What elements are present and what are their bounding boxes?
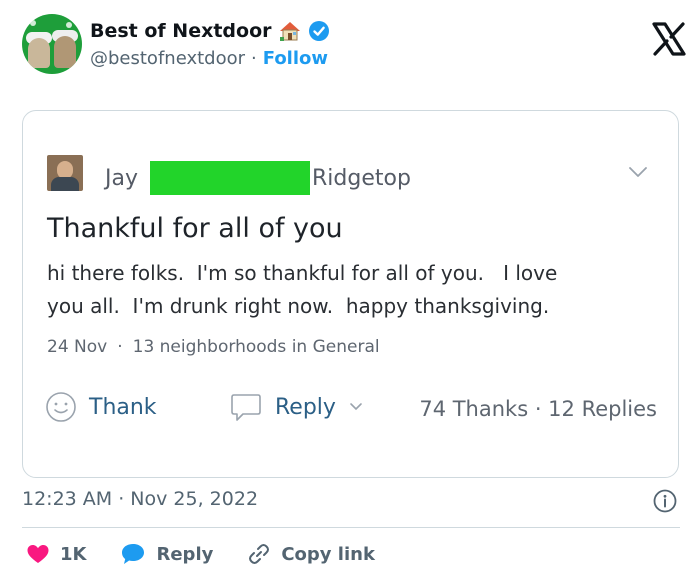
like-count: 1K	[60, 543, 87, 565]
account-handle[interactable]: @bestofnextdoor	[90, 48, 245, 69]
engagement-bar: 1K Reply Copy link	[26, 539, 409, 569]
info-icon[interactable]	[652, 488, 678, 514]
avatar-figure-right	[54, 36, 76, 68]
post-author-last: Ridgetop	[312, 165, 411, 191]
post-avatar-body	[51, 177, 79, 191]
post-date: 24 Nov	[47, 337, 108, 357]
chevron-down-icon	[629, 167, 647, 177]
account-avatar[interactable]	[22, 14, 82, 74]
post-reply-button: Reply	[229, 391, 364, 423]
x-logo-icon[interactable]	[650, 20, 688, 58]
tweet-timestamp-row: 12:23 AM · Nov 25, 2022	[22, 488, 682, 518]
comment-bubble-icon	[231, 394, 261, 421]
post-audience: 13 neighborhoods in General	[132, 337, 380, 357]
verified-icon	[308, 21, 329, 41]
like-button[interactable]: 1K	[26, 543, 86, 565]
divider	[22, 527, 680, 528]
smiley-icon	[46, 392, 76, 422]
handle-separator: ·	[251, 48, 257, 69]
embedded-screenshot[interactable]: Jay Ridgetop Thankful for all of you hi …	[22, 110, 679, 478]
reply-bubble-icon	[122, 544, 145, 564]
copy-link-button[interactable]: Copy link	[247, 542, 375, 566]
post-body-line: you all. I'm drunk right now. happy than…	[47, 294, 550, 318]
post-author-first: Jay	[105, 165, 138, 191]
post-actions: Thank Reply 74 Thanks · 12 Replies	[45, 391, 657, 431]
post-reply-label: Reply	[275, 394, 336, 420]
reply-button[interactable]: Reply	[120, 542, 213, 566]
post-meta: 24 Nov · 13 neighborhoods in General	[47, 337, 380, 357]
reply-label: Reply	[156, 543, 214, 565]
account-name-row: Best of Nextdoor	[90, 20, 330, 42]
link-icon	[249, 544, 270, 564]
avatar-decor	[30, 20, 36, 26]
tweet-header: Best of Nextdoor @bestofnextdoor · Follo…	[22, 14, 686, 78]
house-icon	[279, 22, 300, 41]
handle-row: @bestofnextdoor · Follow	[90, 48, 328, 69]
post-body-line: hi there folks. I'm so thankful for all …	[47, 261, 558, 285]
post-stats: 74 Thanks · 12 Replies	[419, 397, 657, 421]
post-author: Jay Ridgetop	[105, 161, 411, 195]
avatar-decor	[66, 22, 72, 28]
thank-button: Thank	[45, 391, 157, 423]
name-redaction	[150, 161, 310, 195]
post-body: hi there folks. I'm so thankful for all …	[47, 257, 647, 323]
chevron-down-icon	[350, 403, 362, 411]
account-name[interactable]: Best of Nextdoor	[90, 20, 272, 42]
follow-button[interactable]: Follow	[263, 48, 328, 69]
avatar-figure-left	[28, 38, 50, 68]
post-author-avatar	[47, 155, 83, 191]
tweet-timestamp[interactable]: 12:23 AM · Nov 25, 2022	[22, 488, 258, 510]
copy-link-label: Copy link	[281, 543, 375, 565]
thank-label: Thank	[89, 394, 157, 420]
post-title: Thankful for all of you	[47, 213, 343, 244]
heart-icon	[27, 545, 49, 563]
meta-separator: ·	[117, 337, 123, 357]
